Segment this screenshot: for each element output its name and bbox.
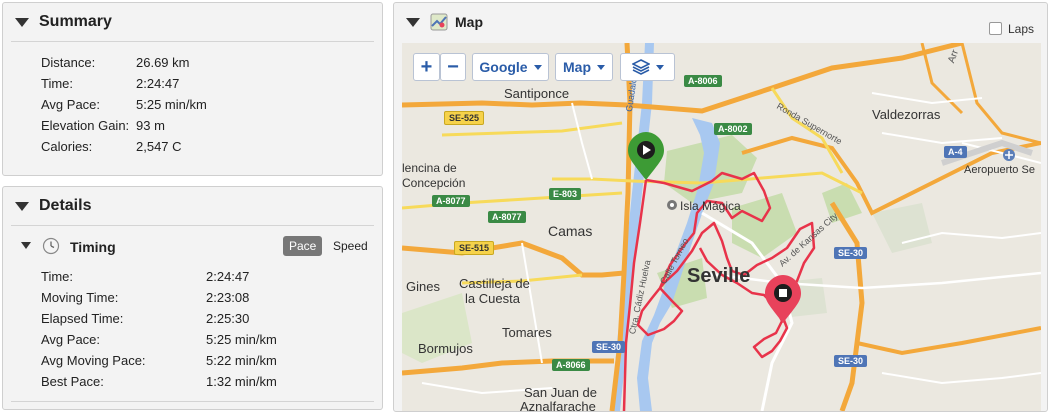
place-tomares: Tomares <box>502 325 552 340</box>
avg-pace-value: 5:25 min/km <box>136 97 207 112</box>
chevron-down-icon <box>655 64 664 70</box>
divider <box>11 41 374 42</box>
elevation-gain-label: Elevation Gain: <box>41 118 130 133</box>
calories-label: Calories: <box>41 139 93 154</box>
chevron-down-icon <box>533 64 542 70</box>
place-san-juan-2: Aznalfarache <box>520 399 596 411</box>
summary-title: Summary <box>39 13 112 30</box>
map-tiles <box>402 43 1041 411</box>
details-panel: Details Timing Pace Speed Time: 2:24:47 … <box>2 186 383 410</box>
place-seville: Seville <box>687 265 751 287</box>
place-encina-2: Concepción <box>402 176 466 190</box>
map-icon <box>430 13 448 31</box>
map-provider-dropdown[interactable]: Google <box>472 53 549 81</box>
moving-time-label: Moving Time: <box>41 290 119 305</box>
place-gines: Gines <box>406 279 440 294</box>
moving-time-value: 2:23:08 <box>206 290 250 305</box>
clock-icon <box>42 237 60 255</box>
avg-pace-label: Avg Pace: <box>41 97 101 112</box>
map-header[interactable]: Map <box>394 3 1047 41</box>
collapse-triangle-icon[interactable] <box>15 17 29 27</box>
calories-value: 2,547 C <box>136 139 182 154</box>
divider <box>11 401 374 402</box>
road-tag-a8066: A-8066 <box>552 359 590 371</box>
timing-title: Timing <box>70 239 116 255</box>
details-title: Details <box>39 197 92 214</box>
timing-collapse-icon[interactable] <box>21 242 31 249</box>
elevation-gain-value: 93 m <box>136 118 165 133</box>
time-label: Time: <box>41 269 74 284</box>
best-pace-label: Best Pace: <box>41 374 104 389</box>
place-castilleja-2: la Cuesta <box>465 291 520 306</box>
place-santiponce: Santiponce <box>504 86 570 101</box>
avg-pace-label: Avg Pace: <box>41 332 101 347</box>
time-value: 2:24:47 <box>206 269 250 284</box>
summary-panel: Summary Distance: 26.69 km Time: 2:24:47… <box>2 2 383 176</box>
road-tag-se525: SE-525 <box>444 111 485 125</box>
map-provider-label: Google <box>479 59 528 75</box>
place-aeropuerto: Aeropuerto Se <box>964 164 1035 176</box>
map-canvas[interactable]: Santiponce Valdezorras lencina de Concep… <box>402 43 1041 411</box>
road-tag-se30-3: SE-30 <box>592 341 626 353</box>
map-type-label: Map <box>563 59 591 75</box>
place-camas: Camas <box>548 223 593 239</box>
road-tag-se30-1: SE-30 <box>834 247 868 259</box>
road-tag-se30-2: SE-30 <box>834 355 868 367</box>
time-label: Time: <box>41 76 74 91</box>
time-value: 2:24:47 <box>136 76 180 91</box>
road-tag-se515: SE-515 <box>454 241 495 255</box>
zoom-out-button[interactable]: − <box>440 53 466 81</box>
collapse-triangle-icon[interactable] <box>406 17 420 27</box>
place-san-juan-1: San Juan de <box>524 385 598 400</box>
best-pace-value: 1:32 min/km <box>206 374 277 389</box>
map-title: Map <box>455 14 483 30</box>
avg-moving-pace-value: 5:22 min/km <box>206 353 277 368</box>
road-tag-a8077-2: A-8077 <box>488 211 526 223</box>
distance-label: Distance: <box>41 55 96 70</box>
map-layers-dropdown[interactable] <box>620 53 675 81</box>
road-tag-a8006: A-8006 <box>684 75 722 87</box>
road-tag-a8077-1: A-8077 <box>432 195 470 207</box>
place-encina-1: lencina de <box>402 161 457 175</box>
divider <box>11 225 374 226</box>
avg-moving-pace-label: Avg Moving Pace: <box>41 353 146 368</box>
road-tag-a8002: A-8002 <box>714 123 752 135</box>
place-isla-magica: Isla Mágica <box>680 199 741 213</box>
details-header[interactable]: Details <box>3 187 382 225</box>
map-panel: Map Laps Santiponce Valdezorras lencina … <box>393 2 1048 412</box>
avg-pace-value: 5:25 min/km <box>206 332 277 347</box>
laps-checkbox[interactable] <box>989 22 1002 35</box>
road-tag-e803: E-803 <box>549 188 582 200</box>
zoom-in-button[interactable]: + <box>413 53 440 81</box>
chevron-down-icon <box>597 64 605 70</box>
place-valdezorras: Valdezorras <box>872 107 941 122</box>
road-tag-a4: A-4 <box>944 146 967 158</box>
elapsed-time-label: Elapsed Time: <box>41 311 124 326</box>
laps-label: Laps <box>1008 22 1035 36</box>
pace-toggle[interactable]: Pace <box>283 236 323 256</box>
elapsed-time-value: 2:25:30 <box>206 311 250 326</box>
collapse-triangle-icon[interactable] <box>15 201 29 211</box>
map-type-dropdown[interactable]: Map <box>555 53 613 81</box>
summary-header[interactable]: Summary <box>3 3 382 41</box>
place-bormujos: Bormujos <box>418 341 473 356</box>
layers-icon <box>631 59 650 75</box>
speed-toggle[interactable]: Speed <box>327 236 374 256</box>
place-castilleja-1: Castilleja de <box>459 276 530 291</box>
distance-value: 26.69 km <box>136 55 190 70</box>
start-pin <box>628 132 664 180</box>
